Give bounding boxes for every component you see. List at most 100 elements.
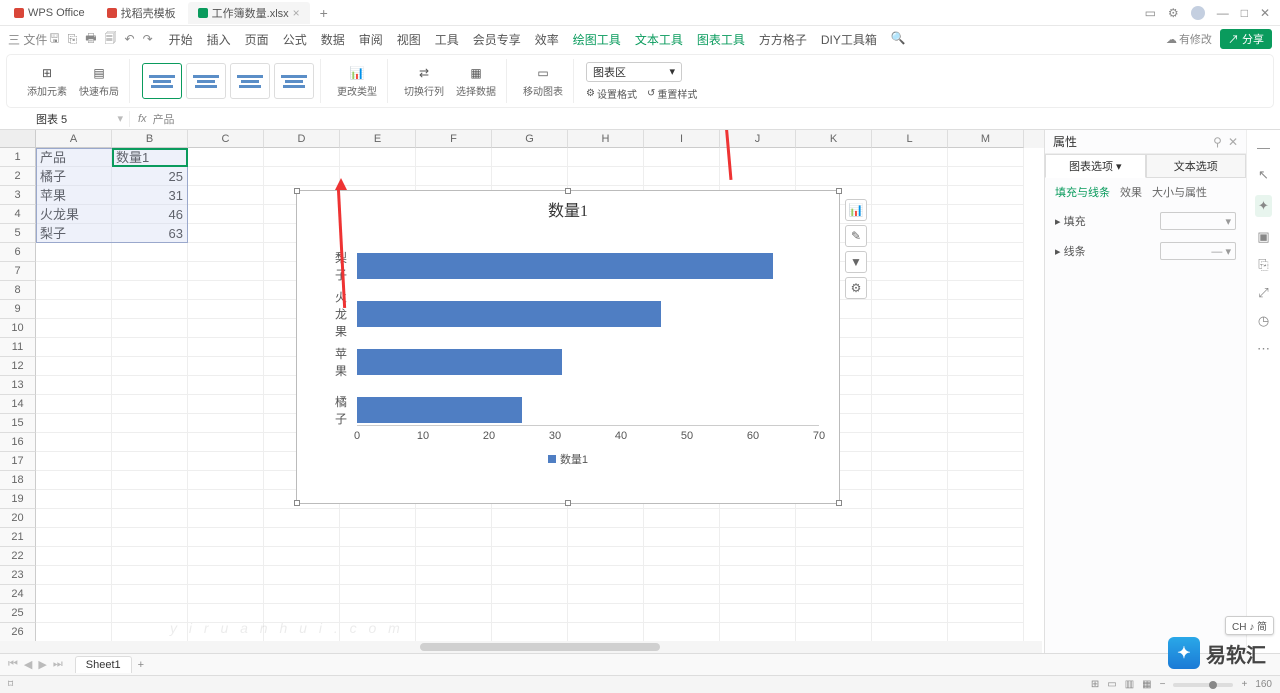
chart-bar[interactable] xyxy=(357,349,562,375)
cell[interactable] xyxy=(948,205,1024,224)
cell[interactable] xyxy=(948,148,1024,167)
cell[interactable] xyxy=(112,243,188,262)
cell[interactable] xyxy=(872,604,948,623)
cell[interactable] xyxy=(492,566,568,585)
cell[interactable] xyxy=(948,395,1024,414)
cell[interactable] xyxy=(948,547,1024,566)
menu-tab-ffgz[interactable]: 方方格子 xyxy=(759,29,807,50)
cell[interactable] xyxy=(948,509,1024,528)
cell[interactable] xyxy=(644,167,720,186)
cell[interactable] xyxy=(340,547,416,566)
menu-tab-start[interactable]: 开始 xyxy=(169,29,193,50)
formula-value[interactable]: 产品 xyxy=(153,111,175,127)
chart-style-3[interactable] xyxy=(230,63,270,99)
cell[interactable] xyxy=(872,547,948,566)
cell[interactable] xyxy=(948,186,1024,205)
cell[interactable] xyxy=(112,300,188,319)
cell[interactable] xyxy=(644,585,720,604)
sheet-nav-prev[interactable]: ◀ xyxy=(24,658,32,671)
cell[interactable] xyxy=(188,471,264,490)
cell[interactable]: 橘子 xyxy=(36,167,112,186)
cell[interactable] xyxy=(644,623,720,642)
cell[interactable] xyxy=(948,319,1024,338)
resize-handle[interactable] xyxy=(836,188,842,194)
cell[interactable] xyxy=(340,585,416,604)
row-header[interactable]: 3 xyxy=(0,186,36,205)
cell[interactable] xyxy=(36,433,112,452)
col-header[interactable]: E xyxy=(340,130,416,148)
cell[interactable] xyxy=(568,167,644,186)
menu-tab-page[interactable]: 页面 xyxy=(245,29,269,50)
cell[interactable] xyxy=(644,547,720,566)
cell[interactable]: 数量1 xyxy=(112,148,188,167)
redo-icon[interactable]: ↷ xyxy=(143,32,153,46)
cell[interactable] xyxy=(568,148,644,167)
cell[interactable] xyxy=(264,509,340,528)
cell[interactable] xyxy=(568,604,644,623)
cell[interactable] xyxy=(872,585,948,604)
search-icon[interactable]: 🔍 xyxy=(891,29,906,50)
subtab-fill-line[interactable]: 填充与线条 xyxy=(1055,184,1110,200)
cell[interactable] xyxy=(416,566,492,585)
cell[interactable] xyxy=(568,566,644,585)
cell[interactable] xyxy=(796,566,872,585)
close-icon[interactable]: ✕ xyxy=(1228,135,1238,149)
cell[interactable] xyxy=(188,224,264,243)
menu-tab-view[interactable]: 视图 xyxy=(397,29,421,50)
chart-style-1[interactable] xyxy=(142,63,182,99)
cell[interactable] xyxy=(416,585,492,604)
cell[interactable]: 苹果 xyxy=(36,186,112,205)
row-header[interactable]: 4 xyxy=(0,205,36,224)
chart-style-2[interactable] xyxy=(186,63,226,99)
cell[interactable] xyxy=(948,376,1024,395)
name-box[interactable]: 图表 5▾ xyxy=(30,111,130,127)
cell[interactable] xyxy=(492,167,568,186)
cell[interactable] xyxy=(872,281,948,300)
side-help-icon[interactable]: ◷ xyxy=(1258,313,1269,329)
cell[interactable] xyxy=(188,547,264,566)
cell[interactable] xyxy=(948,300,1024,319)
cell[interactable] xyxy=(872,528,948,547)
col-header[interactable]: G xyxy=(492,130,568,148)
cell[interactable] xyxy=(948,566,1024,585)
view-page-icon[interactable]: ▭ xyxy=(1107,679,1116,690)
cell[interactable] xyxy=(112,281,188,300)
cell[interactable] xyxy=(872,452,948,471)
view-custom-icon[interactable]: ▦ xyxy=(1142,679,1151,690)
cell[interactable] xyxy=(872,509,948,528)
cell[interactable] xyxy=(188,528,264,547)
cell[interactable] xyxy=(112,357,188,376)
side-sparkle-icon[interactable]: ✦ xyxy=(1255,195,1272,217)
cell[interactable] xyxy=(188,395,264,414)
cell[interactable] xyxy=(188,490,264,509)
chart-style-icon[interactable]: ✎ xyxy=(845,225,867,247)
preview-icon[interactable]: 🗐 xyxy=(105,29,117,50)
view-normal-icon[interactable]: ⊞ xyxy=(1091,679,1099,690)
cell[interactable] xyxy=(188,319,264,338)
cell[interactable] xyxy=(188,186,264,205)
cell[interactable] xyxy=(416,623,492,642)
zoom-value[interactable]: 160 xyxy=(1255,679,1272,690)
cell[interactable] xyxy=(112,376,188,395)
cell[interactable] xyxy=(720,566,796,585)
settings-icon[interactable]: ⚙ xyxy=(1168,6,1179,20)
menu-tab-insert[interactable]: 插入 xyxy=(207,29,231,50)
tab-chart-options[interactable]: 图表选项 ▾ xyxy=(1045,154,1146,178)
cell[interactable] xyxy=(720,547,796,566)
cell[interactable] xyxy=(264,547,340,566)
row-header[interactable]: 16 xyxy=(0,433,36,452)
cell[interactable] xyxy=(796,167,872,186)
cell[interactable] xyxy=(492,623,568,642)
cell[interactable] xyxy=(112,490,188,509)
resize-handle[interactable] xyxy=(294,500,300,506)
zoom-in-button[interactable]: + xyxy=(1241,679,1247,690)
cell[interactable] xyxy=(872,148,948,167)
cell[interactable] xyxy=(188,148,264,167)
cell[interactable] xyxy=(112,338,188,357)
menu-tab-efficiency[interactable]: 效率 xyxy=(535,29,559,50)
cell[interactable] xyxy=(492,547,568,566)
cell[interactable] xyxy=(340,167,416,186)
col-header[interactable]: A xyxy=(36,130,112,148)
cell[interactable] xyxy=(872,471,948,490)
cell[interactable] xyxy=(36,566,112,585)
